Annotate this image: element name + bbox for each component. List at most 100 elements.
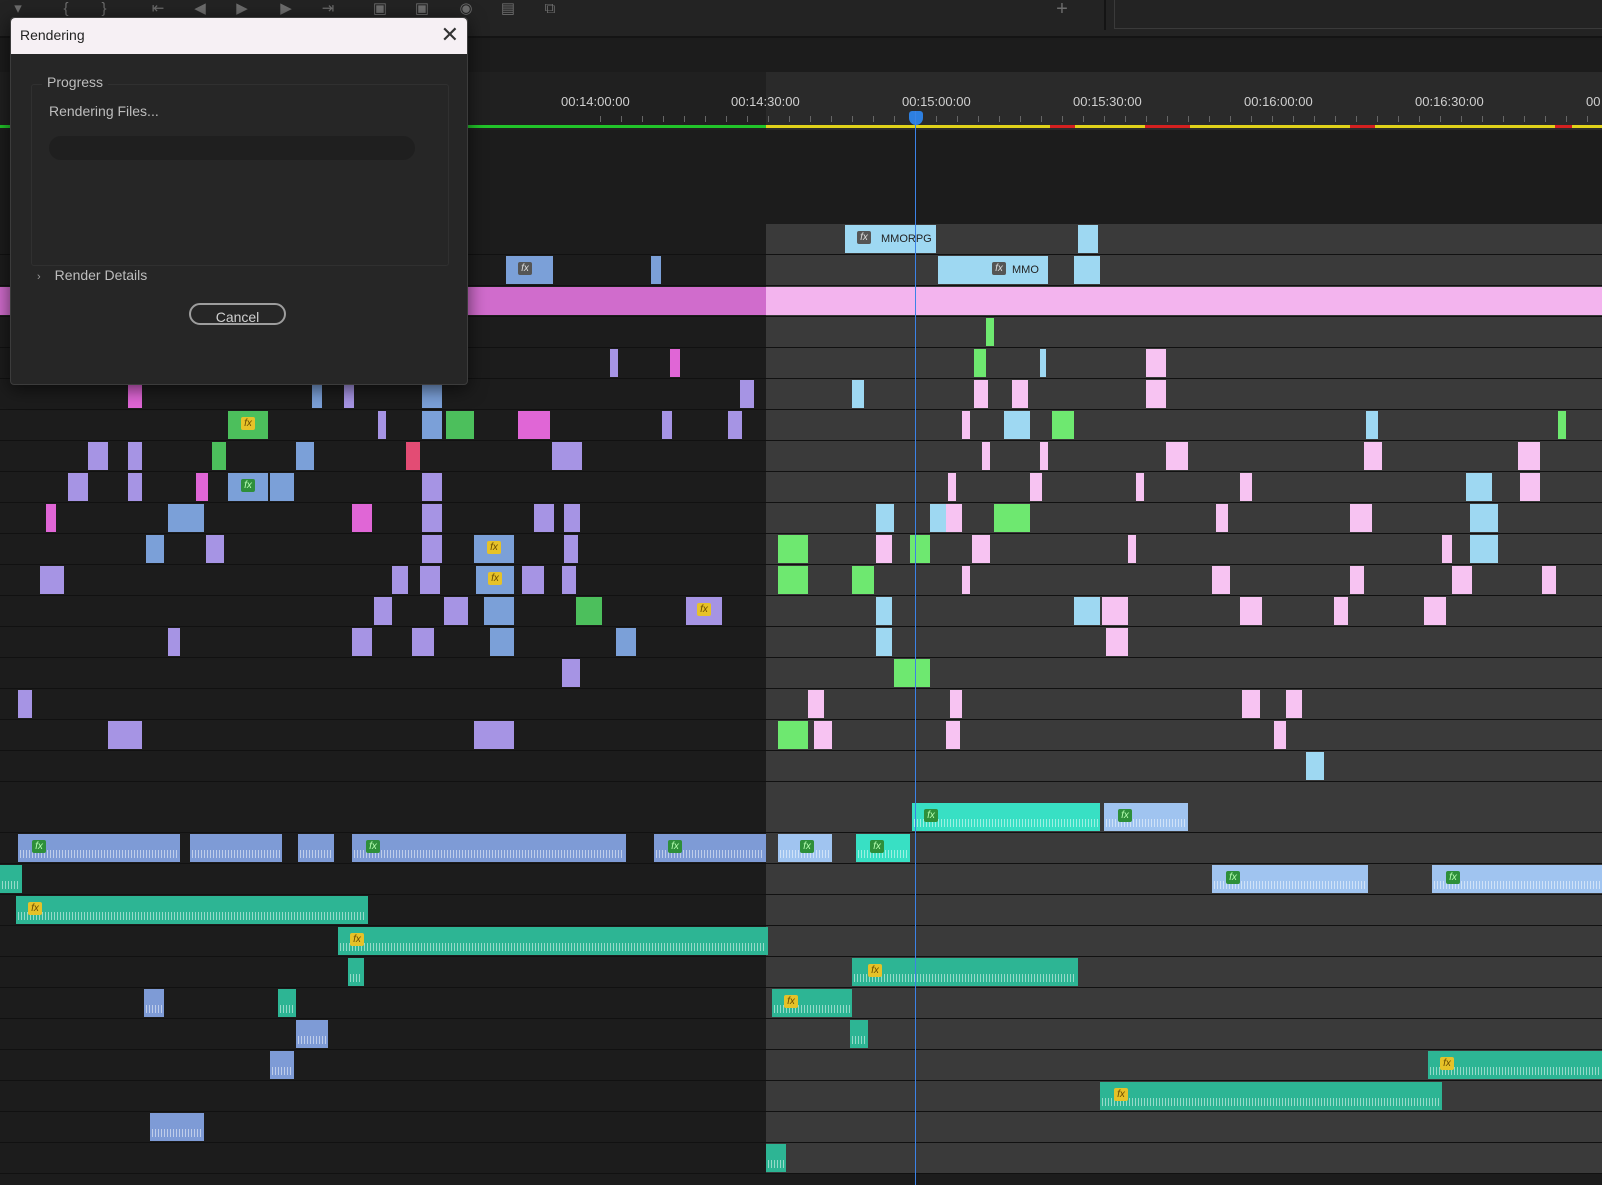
video-clip[interactable]: [938, 256, 976, 284]
video-clip[interactable]: [446, 411, 474, 439]
video-clip[interactable]: [1012, 380, 1028, 408]
audio-clip[interactable]: fx: [18, 834, 180, 862]
video-track[interactable]: [0, 658, 1602, 689]
video-clip[interactable]: [670, 349, 680, 377]
video-track[interactable]: [0, 689, 1602, 720]
video-clip[interactable]: [296, 442, 314, 470]
audio-clip[interactable]: fx: [912, 803, 1100, 831]
video-clip[interactable]: [212, 442, 226, 470]
audio-clip[interactable]: [298, 834, 334, 862]
video-clip[interactable]: [422, 411, 442, 439]
video-clip[interactable]: [1242, 690, 1260, 718]
video-clip[interactable]: [108, 721, 142, 749]
video-clip[interactable]: [1442, 535, 1452, 563]
video-clip[interactable]: [1364, 442, 1382, 470]
video-clip[interactable]: [1350, 566, 1364, 594]
video-clip[interactable]: [662, 411, 672, 439]
audio-clip[interactable]: [190, 834, 282, 862]
video-clip[interactable]: [1212, 566, 1230, 594]
audio-clip[interactable]: fx: [338, 927, 768, 955]
video-track[interactable]: [0, 596, 1602, 627]
video-clip[interactable]: [422, 473, 442, 501]
video-clip[interactable]: [1286, 690, 1302, 718]
video-clip[interactable]: fx MMORPG: [845, 225, 936, 253]
video-clip[interactable]: fx: [228, 473, 268, 501]
audio-clip[interactable]: fx: [778, 834, 832, 862]
video-clip[interactable]: [534, 504, 554, 532]
video-clip[interactable]: [352, 504, 372, 532]
video-clip[interactable]: [1366, 411, 1378, 439]
video-clip[interactable]: [962, 411, 970, 439]
video-clip[interactable]: [564, 535, 578, 563]
extract-icon[interactable]: ⧉: [540, 0, 560, 20]
video-clip[interactable]: [412, 628, 434, 656]
video-clip[interactable]: [950, 690, 962, 718]
audio-clip[interactable]: fx: [1104, 803, 1188, 831]
video-clip[interactable]: [352, 628, 372, 656]
video-clip[interactable]: [422, 535, 442, 563]
video-clip[interactable]: [1466, 473, 1492, 501]
video-clip[interactable]: [808, 690, 824, 718]
video-clip[interactable]: fx: [474, 535, 514, 563]
video-clip[interactable]: [1040, 442, 1048, 470]
video-clip[interactable]: [420, 566, 440, 594]
audio-track[interactable]: [0, 802, 1602, 833]
video-clip[interactable]: [18, 690, 32, 718]
video-clip[interactable]: [852, 380, 864, 408]
audio-clip[interactable]: fx: [856, 834, 910, 862]
video-clip[interactable]: [852, 566, 874, 594]
audio-clip[interactable]: fx: [772, 989, 852, 1017]
video-clip[interactable]: [1128, 535, 1136, 563]
video-clip[interactable]: [814, 721, 832, 749]
video-clip[interactable]: [616, 628, 636, 656]
video-clip[interactable]: [778, 535, 808, 563]
video-clip[interactable]: [1074, 256, 1100, 284]
video-track[interactable]: [0, 751, 1602, 782]
video-clip[interactable]: [88, 442, 108, 470]
video-clip[interactable]: [894, 659, 930, 687]
video-clip[interactable]: [522, 566, 544, 594]
video-clip[interactable]: [1240, 597, 1262, 625]
video-clip[interactable]: [1452, 566, 1472, 594]
video-clip[interactable]: [68, 473, 88, 501]
video-clip[interactable]: [1334, 597, 1348, 625]
video-clip[interactable]: fx: [506, 256, 553, 284]
video-clip[interactable]: fx: [228, 411, 268, 439]
video-clip[interactable]: [270, 473, 294, 501]
video-clip[interactable]: [994, 504, 1030, 532]
audio-track[interactable]: [0, 1112, 1602, 1143]
video-clip[interactable]: [1166, 442, 1188, 470]
video-clip[interactable]: [974, 380, 988, 408]
video-clip[interactable]: [196, 473, 208, 501]
video-clip[interactable]: [1074, 597, 1100, 625]
video-clip[interactable]: [930, 504, 946, 532]
audio-track[interactable]: [0, 1019, 1602, 1050]
video-clip[interactable]: [1470, 535, 1498, 563]
video-clip[interactable]: [484, 597, 514, 625]
video-clip[interactable]: [1350, 504, 1372, 532]
video-clip[interactable]: [444, 597, 468, 625]
audio-clip[interactable]: fx: [1432, 865, 1602, 893]
video-clip[interactable]: [576, 597, 602, 625]
video-clip[interactable]: [374, 597, 392, 625]
render-details-toggle[interactable]: › Render Details: [37, 267, 147, 283]
video-clip[interactable]: [146, 535, 164, 563]
video-clip[interactable]: [392, 566, 408, 594]
video-track[interactable]: [0, 627, 1602, 658]
video-clip[interactable]: [948, 473, 956, 501]
video-clip[interactable]: [778, 566, 808, 594]
video-clip[interactable]: [1470, 504, 1498, 532]
video-clip[interactable]: [876, 628, 892, 656]
video-clip[interactable]: fx: [476, 566, 514, 594]
video-clip[interactable]: [128, 442, 142, 470]
video-clip[interactable]: [740, 380, 754, 408]
audio-track[interactable]: [0, 1143, 1602, 1174]
audio-clip[interactable]: [270, 1051, 294, 1079]
audio-clip[interactable]: [766, 1144, 786, 1172]
video-clip[interactable]: [474, 721, 514, 749]
video-clip[interactable]: [46, 504, 56, 532]
video-clip[interactable]: [728, 411, 742, 439]
video-clip[interactable]: [1518, 442, 1540, 470]
audio-clip[interactable]: [348, 958, 364, 986]
video-clip[interactable]: [946, 504, 962, 532]
